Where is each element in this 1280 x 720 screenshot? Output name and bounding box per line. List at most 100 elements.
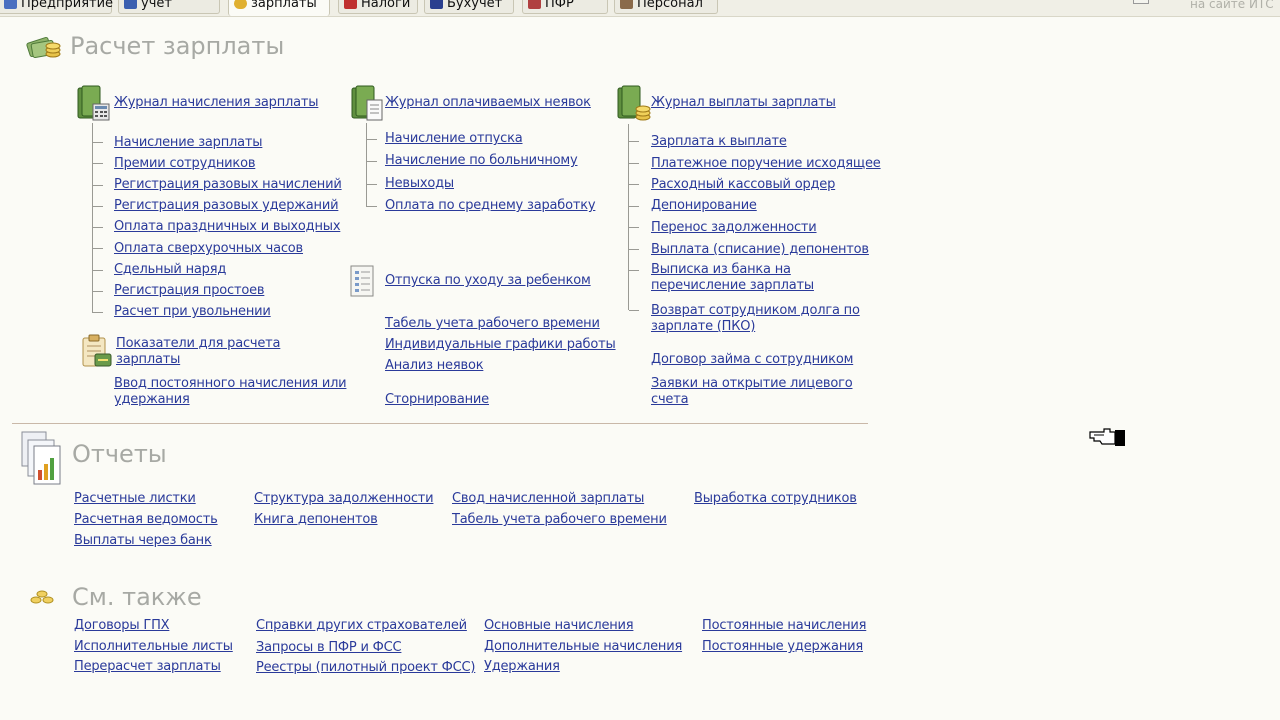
reports-icon: [21, 431, 61, 485]
additional-accruals-link[interactable]: Дополнительные начисления: [484, 639, 682, 655]
other-insurers-certificates-link[interactable]: Справки других страхователей: [256, 618, 467, 634]
tab-pfr[interactable]: ПФР: [522, 0, 608, 14]
employee-output-link[interactable]: Выработка сотрудников: [694, 491, 857, 507]
individual-schedules-link[interactable]: Индивидуальные графики работы: [385, 337, 616, 353]
window-button-icon[interactable]: [1133, 0, 1149, 4]
journal-document-icon: [351, 85, 383, 121]
cash-expense-order-link[interactable]: Расходный кассовый ордер: [651, 177, 835, 193]
debt-refund-link[interactable]: Возврат сотрудником долга по: [651, 303, 860, 319]
piecework-order-link[interactable]: Сдельный наряд: [114, 262, 226, 278]
dismissal-calc-link[interactable]: Расчет при увольнении: [114, 304, 271, 320]
section-tab-bar: Предприятие учет зарплаты Налоги Бухучет…: [0, 0, 1280, 17]
permanent-accrual-input-link-line2[interactable]: удержания: [114, 392, 190, 408]
childcare-leave-link[interactable]: Отпуска по уходу за ребенком: [385, 273, 591, 289]
reports-section-title: Отчеты: [72, 440, 167, 468]
bookkeeping-icon: [430, 0, 443, 9]
deposit-link[interactable]: Депонирование: [651, 198, 757, 214]
deductions-link[interactable]: Удержания: [484, 659, 560, 675]
payroll-accrual-link[interactable]: Начисление зарплаты: [114, 135, 263, 151]
tab-payroll[interactable]: зарплаты: [228, 0, 330, 16]
tree-branch: [629, 227, 639, 228]
payroll-indicators-link[interactable]: Показатели для расчета: [116, 336, 281, 352]
account-opening-requests-link-line2[interactable]: счета: [651, 392, 689, 408]
debt-structure-link[interactable]: Структура задолженности: [254, 491, 434, 507]
coins-icon: [234, 0, 247, 9]
journal-coins-icon: [617, 85, 651, 121]
its-site-link[interactable]: на сайте ИТС: [1190, 0, 1274, 11]
tree-branch: [93, 291, 103, 292]
taxes-icon: [344, 0, 357, 9]
holiday-pay-link[interactable]: Оплата праздничных и выходных: [114, 219, 341, 235]
depositor-book-link[interactable]: Книга депонентов: [254, 512, 378, 528]
tab-taxes[interactable]: Налоги: [338, 0, 418, 14]
tab-personnel[interactable]: Персонал: [614, 0, 718, 14]
payroll-indicators-link-line2[interactable]: зарплаты: [116, 352, 180, 368]
timesheet-report-link[interactable]: Табель учета рабочего времени: [452, 512, 667, 528]
employee-bonuses-link[interactable]: Премии сотрудников: [114, 156, 255, 172]
tree-branch: [629, 270, 639, 271]
permanent-accruals-link[interactable]: Постоянные начисления: [702, 618, 866, 634]
overtime-pay-link[interactable]: Оплата сверхурочных часов: [114, 241, 303, 257]
enterprise-icon: [4, 0, 17, 9]
tree-branch: [93, 270, 103, 271]
account-opening-requests-link[interactable]: Заявки на открытие лицевого: [651, 376, 853, 392]
tree-branch: [629, 141, 639, 142]
bank-payments-link[interactable]: Выплаты через банк: [74, 533, 212, 549]
bank-statement-link-line2[interactable]: перечисление зарплаты: [651, 278, 814, 294]
absences-link[interactable]: Невыходы: [385, 176, 454, 192]
salary-payment-journal-link[interactable]: Журнал выплаты зарплаты: [651, 95, 836, 111]
payroll-recalc-link[interactable]: Перерасчет зарплаты: [74, 659, 221, 675]
accrued-salary-summary-link[interactable]: Свод начисленной зарплаты: [452, 491, 644, 507]
tab-accounting[interactable]: учет: [118, 0, 220, 14]
tree-branch: [367, 139, 377, 140]
tab-bookkeeping[interactable]: Бухучет: [424, 0, 514, 14]
document-list-icon: [350, 265, 374, 297]
gph-contracts-link[interactable]: Договоры ГПХ: [74, 618, 170, 634]
see-also-section-title: См. также: [72, 583, 202, 611]
tree-branch: [93, 227, 103, 228]
one-time-accruals-link[interactable]: Регистрация разовых начислений: [114, 177, 342, 193]
bank-statement-link[interactable]: Выписка из банка на: [651, 262, 791, 278]
tree-branch: [629, 163, 639, 164]
tree-branch: [367, 161, 377, 162]
hand-pointer-cursor-icon: [1089, 428, 1125, 446]
accounting-icon: [124, 0, 137, 9]
pfr-fss-requests-link[interactable]: Запросы в ПФР и ФСС: [256, 640, 402, 656]
paid-absences-journal-link[interactable]: Журнал оплачиваемых неявок: [385, 95, 591, 111]
fss-pilot-registers-link[interactable]: Реестры (пилотный проект ФСС): [256, 660, 475, 676]
money-coins-icon: [26, 36, 61, 58]
tree-line: [366, 123, 367, 207]
payroll-sheet-link[interactable]: Расчетная ведомость: [74, 512, 218, 528]
average-earnings-pay-link[interactable]: Оплата по среднему заработку: [385, 198, 596, 214]
payroll-accrual-journal-link[interactable]: Журнал начисления зарплаты: [114, 95, 319, 111]
depositor-payout-link[interactable]: Выплата (списание) депонентов: [651, 242, 869, 258]
personnel-icon: [620, 0, 633, 9]
employee-loan-link[interactable]: Договор займа с сотрудником: [651, 352, 853, 368]
payroll-section-title: Расчет зарплаты: [70, 32, 285, 60]
tree-branch: [367, 184, 377, 185]
tree-branch: [629, 184, 639, 185]
reversal-link[interactable]: Сторнирование: [385, 392, 489, 408]
one-time-deductions-link[interactable]: Регистрация разовых удержаний: [114, 198, 339, 214]
vacation-accrual-link[interactable]: Начисление отпуска: [385, 131, 523, 147]
tab-enterprise[interactable]: Предприятие: [0, 0, 113, 14]
journal-calculator-icon: [77, 85, 110, 121]
tree-branch: [93, 312, 103, 313]
tree-branch: [629, 310, 639, 311]
basic-accruals-link[interactable]: Основные начисления: [484, 618, 634, 634]
see-also-icon: [30, 590, 54, 604]
outgoing-payment-order-link[interactable]: Платежное поручение исходящее: [651, 156, 881, 172]
downtime-registration-link[interactable]: Регистрация простоев: [114, 283, 265, 299]
absence-analysis-link[interactable]: Анализ неявок: [385, 358, 484, 374]
debt-transfer-link[interactable]: Перенос задолженности: [651, 220, 817, 236]
timesheet-link[interactable]: Табель учета рабочего времени: [385, 316, 600, 332]
salary-to-pay-link[interactable]: Зарплата к выплате: [651, 134, 787, 150]
tree-line: [92, 123, 93, 313]
permanent-deductions-link[interactable]: Постоянные удержания: [702, 639, 863, 655]
debt-refund-link-line2[interactable]: зарплате (ПКО): [651, 319, 755, 335]
pay-slips-link[interactable]: Расчетные листки: [74, 491, 196, 507]
writs-of-execution-link[interactable]: Исполнительные листы: [74, 639, 233, 655]
tree-branch: [93, 206, 103, 207]
permanent-accrual-input-link[interactable]: Ввод постоянного начисления или: [114, 376, 347, 392]
sick-leave-accrual-link[interactable]: Начисление по больничному: [385, 153, 578, 169]
